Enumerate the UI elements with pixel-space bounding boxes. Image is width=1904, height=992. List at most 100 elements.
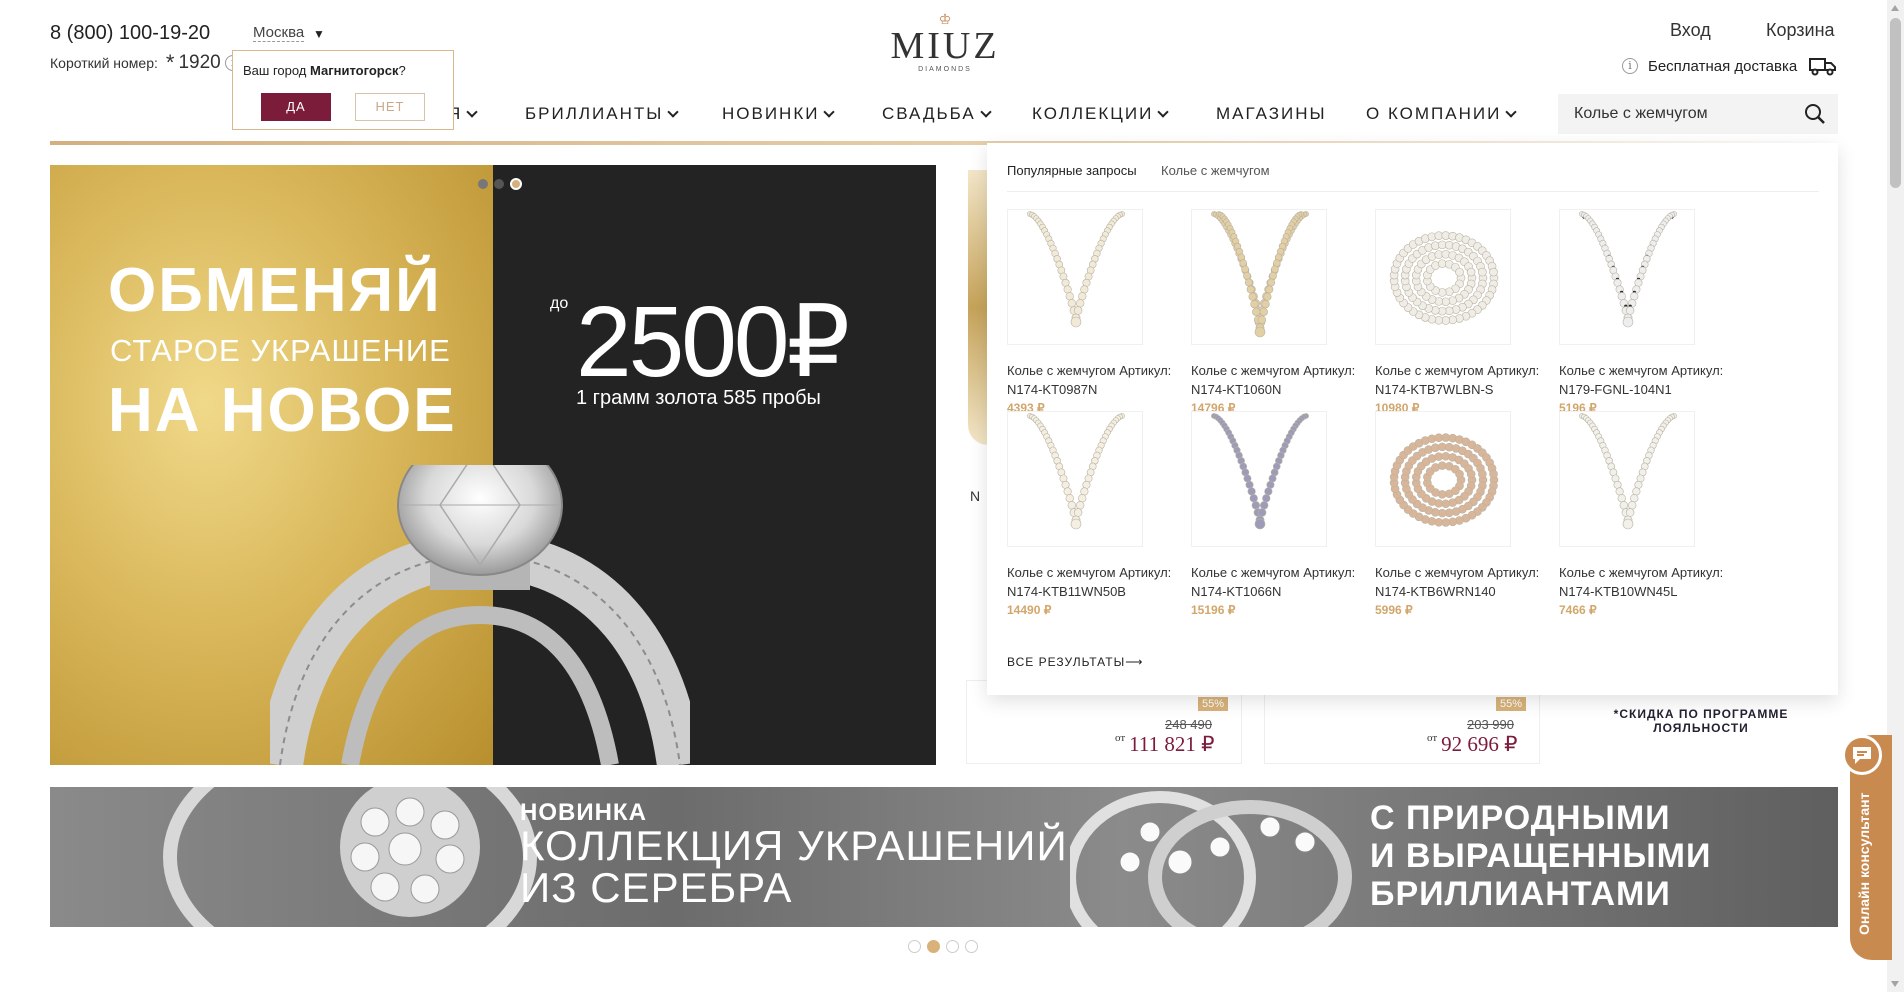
product-price: 5996 ₽ [1375,603,1413,617]
discount-badge: 55% [1496,697,1527,711]
silver-rings-pair-image [1070,791,1352,927]
chevron-down-icon [823,105,836,118]
nav-item-brilliants[interactable]: БРИЛЛИАНТЫ [525,104,722,124]
product-name[interactable]: Колье с жемчугом Артикул: N174-KTB7WLBN-… [1375,361,1565,399]
product-name[interactable]: Колье с жемчугом Артикул: N174-KT0987N [1007,361,1197,399]
search-result-item[interactable]: Колье с жемчугом Артикул: N179-FGNL-104N… [1559,209,1749,415]
search-icon[interactable] [1804,103,1826,125]
search-result-item[interactable]: Колье с жемчугом Артикул: N174-KTB7WLBN-… [1375,209,1565,415]
chevron-down-icon [980,105,992,118]
short-number-label: Короткий номер: [50,55,158,71]
logo[interactable]: ♔ MIUZ DIAMONDS [885,12,1005,73]
product-name[interactable]: Колье с жемчугом Артикул: N174-KT1060N [1191,361,1381,399]
delivery-info[interactable]: i Бесплатная доставка [1622,56,1837,76]
search-box [1558,94,1838,134]
carousel-dot-active[interactable] [927,940,940,953]
city-selector[interactable]: Москва [253,24,305,42]
short-number-value: 1920 [178,52,221,73]
city-no-button[interactable]: НЕТ [355,93,425,121]
search-result-item[interactable]: Колье с жемчугом Артикул: N174-KT1066N 15… [1191,411,1381,617]
necklace-image[interactable] [1559,209,1695,345]
current-price: от 111 821 ₽ [1115,732,1215,756]
search-result-item[interactable]: Колье с жемчугом Артикул: N174-KT0987N 43… [1007,209,1197,415]
online-consultant-widget[interactable]: Онлайн консультант [1842,735,1892,960]
diamond-ring-image [270,465,690,765]
banner-diamonds-title: С ПРИРОДНЫМИ И ВЫРАЩЕННЫМИ БРИЛЛИАНТАМИ [1370,799,1712,913]
short-number-star: * [165,50,175,75]
product-name[interactable]: Колье с жемчугом Артикул: N174-KTB10WN45… [1559,563,1749,601]
search-result-item[interactable]: Колье с жемчугом Артикул: N174-KTB11WN50… [1007,411,1197,617]
product-name[interactable]: Колье с жемчугом Артикул: N179-FGNL-104N… [1559,361,1749,399]
nav-item-collections[interactable]: КОЛЛЕКЦИИ [1032,104,1216,124]
cart-link[interactable]: Корзина [1766,20,1835,41]
scroll-up-arrow[interactable] [1891,5,1899,11]
product-name[interactable]: Колье с жемчугом Артикул: N174-KT1066N [1191,563,1381,601]
short-number: Короткий номер: *1920 i [50,52,241,74]
carousel-dot[interactable] [946,940,959,953]
old-price: 248 490 [1165,717,1212,732]
discount-badge: 55% [1198,697,1229,711]
popular-query-link[interactable]: Колье с жемчугом [1161,163,1270,178]
old-price: 203 990 [1467,717,1514,732]
scroll-down-arrow[interactable] [1891,981,1899,987]
necklace-image[interactable] [1191,411,1327,547]
necklace-image[interactable] [1007,411,1143,547]
chevron-down-icon [667,105,679,118]
chevron-down-icon [1505,105,1517,118]
necklace-image[interactable] [1375,411,1511,547]
hero-upto: до [550,295,569,312]
chevron-down-icon [1157,105,1169,118]
login-link[interactable]: Вход [1670,20,1711,41]
hero-title-3: НА НОВОЕ [108,376,457,445]
scrollbar-thumb[interactable] [1890,18,1901,188]
search-result-item[interactable]: Колье с жемчугом Артикул: N174-KT1060N 14… [1191,209,1381,415]
product-price: 15196 ₽ [1191,603,1236,617]
all-results-link[interactable]: ВСЕ РЕЗУЛЬТАТЫ⟶ [1007,655,1143,669]
nav-item-stores[interactable]: МАГАЗИНЫ [1216,104,1366,124]
nav-item-wedding[interactable]: СВАДЬБА [882,104,1032,124]
nav-item-new[interactable]: НОВИНКИ [722,104,882,124]
banner-carousel-dots [908,940,978,953]
city-confirm-popup: Ваш город Магнитогорск? ДА НЕТ [232,50,454,130]
crown-icon: ♔ [938,11,952,27]
current-price: от 92 696 ₽ [1427,732,1518,756]
caret-down-icon[interactable]: ▼ [313,27,325,41]
main-nav: БРИЛЛИАНТЫ НОВИНКИ СВАДЬБА КОЛЛЕКЦИИ МАГ… [525,104,1517,124]
product-price: 14490 ₽ [1007,603,1052,617]
carousel-dot[interactable] [965,940,978,953]
necklace-image[interactable] [1191,209,1327,345]
nav-item-about[interactable]: О КОМПАНИИ [1366,104,1517,124]
divider [1007,191,1819,192]
delivery-label: Бесплатная доставка [1648,57,1798,75]
product-name[interactable]: Колье с жемчугом Артикул: N174-KTB6WRN14… [1375,563,1565,601]
city-question: Ваш город Магнитогорск? [243,63,406,78]
search-input[interactable] [1574,102,1794,126]
loyalty-note: *СКИДКА ПО ПРОГРАММЕ ЛОЯЛЬНОСТИ [1613,707,1789,735]
necklace-image[interactable] [1559,411,1695,547]
search-dropdown: Популярные запросы Колье с жемчугом Коль… [987,143,1838,695]
logo-wordmark: MIUZ [890,25,1000,67]
phone-number[interactable]: 8 (800) 100-19-20 [50,22,210,45]
search-result-item[interactable]: Колье с жемчугом Артикул: N174-KTB10WN45… [1559,411,1749,617]
info-icon[interactable]: i [1622,58,1638,74]
product-price: 7466 ₽ [1559,603,1597,617]
product-label-partial: N [970,488,981,504]
carousel-dot-active[interactable] [510,178,522,190]
carousel-dot[interactable] [494,179,504,189]
hero-caption: 1 грамм золота 585 пробы [576,387,821,409]
city-yes-button[interactable]: ДА [261,93,331,121]
logo-subtitle: DIAMONDS [918,66,972,73]
necklace-image[interactable] [1007,209,1143,345]
hero-title-2: СТАРОЕ УКРАШЕНИЕ [110,333,451,368]
product-thumbnail [968,170,988,445]
carousel-dot[interactable] [478,179,488,189]
product-name[interactable]: Колье с жемчугом Артикул: N174-KTB11WN50… [1007,563,1197,601]
popular-queries-label: Популярные запросы [1007,163,1137,178]
necklace-image[interactable] [1375,209,1511,345]
search-result-item[interactable]: Колье с жемчугом Артикул: N174-KTB6WRN14… [1375,411,1565,617]
carousel-dot[interactable] [908,940,921,953]
silver-collection-banner[interactable]: НОВИНКА КОЛЛЕКЦИЯ УКРАШЕНИЙ ИЗ СЕРЕБРА С… [50,787,1838,927]
banner-collection-title: КОЛЛЕКЦИЯ УКРАШЕНИЙ ИЗ СЕРЕБРА [520,822,1068,911]
chat-icon[interactable] [1842,735,1882,775]
hero-banner[interactable]: ОБМЕНЯЙ СТАРОЕ УКРАШЕНИЕ НА НОВОЕ до 250… [50,165,936,765]
